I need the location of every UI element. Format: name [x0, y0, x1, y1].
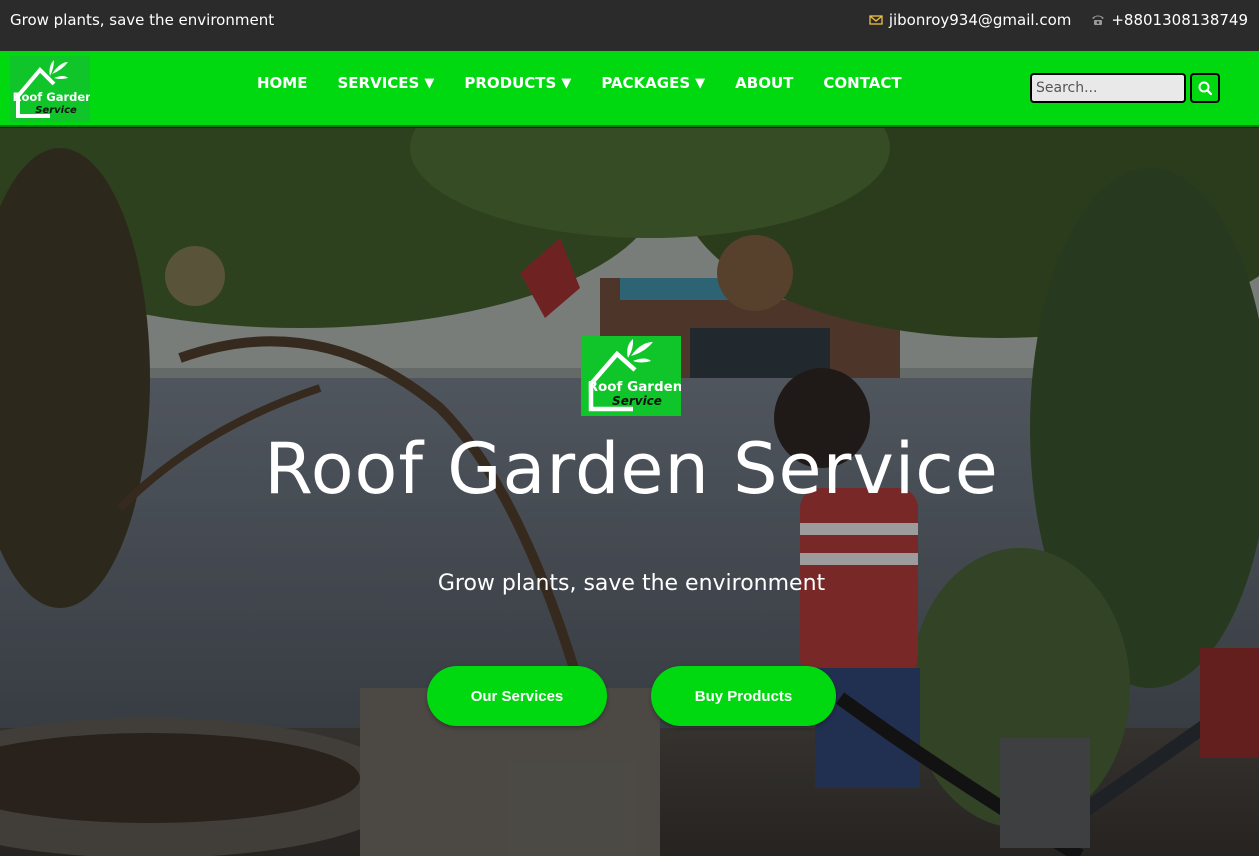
nav-item-label: ABOUT	[735, 74, 794, 92]
search-button[interactable]	[1190, 73, 1220, 103]
phone-icon	[1092, 15, 1105, 25]
nav-item-about[interactable]: ABOUT	[735, 74, 793, 92]
email-contact[interactable]: jibonroy934@gmail.com	[869, 11, 1072, 29]
nav-item-services[interactable]: SERVICES ▼	[337, 74, 434, 92]
main-nav: Roof Garden Service HOME SERVICES ▼ PROD…	[0, 51, 1259, 127]
dropdown-caret-icon: ▼	[561, 75, 572, 91]
nav-item-packages[interactable]: PACKAGES ▼	[601, 74, 705, 92]
top-contact: jibonroy934@gmail.com +8801308138749	[869, 11, 1248, 29]
nav-item-products[interactable]: PRODUCTS ▼	[464, 74, 571, 92]
house-leaf-icon: Roof Garden Service	[581, 336, 681, 416]
mail-icon	[869, 15, 883, 25]
hero-logo-line1: Roof Garden	[588, 379, 681, 395]
house-leaf-icon: Roof Garden Service	[10, 56, 90, 122]
brand-logo[interactable]: Roof Garden Service	[10, 56, 90, 122]
nav-item-label: HOME	[257, 74, 308, 92]
nav-item-contact[interactable]: CONTACT	[823, 74, 901, 92]
phone-text: +8801308138749	[1111, 11, 1248, 29]
nav-item-home[interactable]: HOME	[257, 74, 307, 92]
hero-title: Roof Garden Service	[264, 428, 999, 510]
nav-menu: HOME SERVICES ▼ PRODUCTS ▼ PACKAGES ▼ AB…	[257, 74, 932, 92]
phone-contact[interactable]: +8801308138749	[1091, 11, 1248, 29]
dropdown-caret-icon: ▼	[424, 75, 435, 91]
our-services-button[interactable]: Our Services	[427, 666, 607, 726]
top-tagline: Grow plants, save the environment	[10, 11, 275, 29]
search-input[interactable]	[1030, 73, 1186, 103]
logo-line1: Roof Garden	[13, 90, 90, 104]
hero-logo-line2: Service	[612, 394, 662, 408]
hero-logo: Roof Garden Service	[581, 336, 681, 416]
buy-products-button[interactable]: Buy Products	[651, 666, 836, 726]
nav-item-label: SERVICES	[337, 74, 420, 92]
logo-line2: Service	[35, 105, 77, 116]
hero-subtitle: Grow plants, save the environment	[437, 571, 826, 596]
nav-item-label: PRODUCTS	[464, 74, 557, 92]
hero-section: Roof Garden Service Roof Garden Service …	[0, 128, 1259, 856]
search-icon	[1198, 81, 1213, 96]
dropdown-caret-icon: ▼	[695, 75, 706, 91]
email-text: jibonroy934@gmail.com	[888, 11, 1072, 29]
nav-item-label: CONTACT	[823, 74, 902, 92]
nav-item-label: PACKAGES	[601, 74, 691, 92]
top-bar: Grow plants, save the environment jibonr…	[0, 0, 1259, 51]
